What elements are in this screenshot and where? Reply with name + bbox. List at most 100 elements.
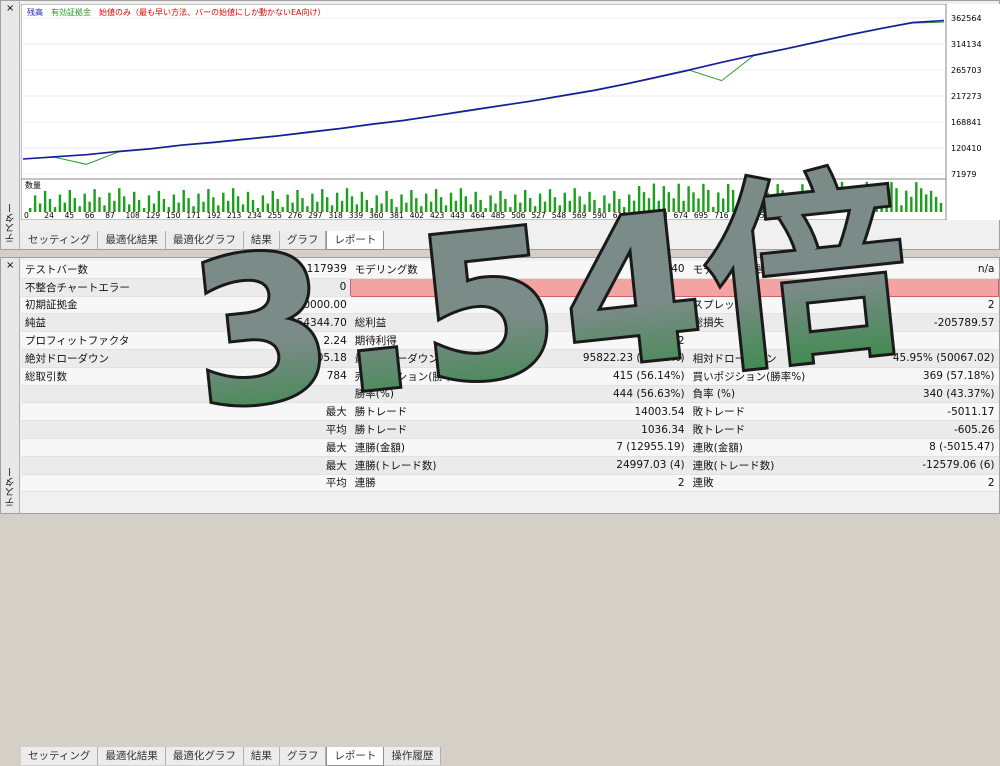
volume-bar xyxy=(920,188,923,212)
report-value: 100000.00 xyxy=(140,296,351,315)
volume-bar xyxy=(905,190,908,212)
bottom-tab-3[interactable]: 結果 xyxy=(243,747,280,765)
volume-bar xyxy=(801,184,804,212)
volume-bar xyxy=(786,196,789,212)
volume-bar xyxy=(301,198,304,212)
report-value: -5011.17 xyxy=(848,402,999,422)
volume-bar xyxy=(855,190,858,212)
legend-model: 始値のみ（最も早い方法、バーの始値にしか動かないEA向け） xyxy=(99,7,326,17)
report-value: 24997.03 (4) xyxy=(518,456,689,475)
volume-bar xyxy=(791,192,794,212)
report-row: 最大 勝トレード 14003.54 敗トレード -5011.17 xyxy=(21,402,999,422)
report-row: 絶対ドローダウン 1205.18 最大ドローダウン 95822.23 (34.20%)… xyxy=(21,349,999,368)
volume-bar xyxy=(33,195,37,212)
volume-bar xyxy=(182,190,185,212)
volume-bar xyxy=(722,198,725,212)
volume-bar xyxy=(910,196,913,212)
bottom-tab-6[interactable]: 操作履歴 xyxy=(384,747,442,765)
x-tick-label: 192 xyxy=(207,211,222,220)
report-row: 最大 連勝(トレード数) 24997.03 (4) 連敗(トレード数) -12579.0… xyxy=(21,456,999,475)
tester-chart-panel: × 残高 有効証拠金 始値のみ（最も早い方法、バーの始値にしか動かないEA向け）… xyxy=(0,0,1000,250)
volume-bar xyxy=(890,182,893,212)
volume-bar xyxy=(895,188,898,212)
volume-bar xyxy=(776,184,779,212)
report-value: 95822.23 (34.20%) xyxy=(518,349,689,368)
x-tick-label: 318 xyxy=(329,211,344,220)
x-tick-label: 276 xyxy=(288,211,303,220)
volume-bar xyxy=(939,203,943,212)
report-value: -12579.06 (6) xyxy=(848,456,999,475)
volume-bar xyxy=(58,194,62,212)
bottom-tab-2[interactable]: 最適化グラフ xyxy=(165,747,244,765)
report-label: プロフィットファクタ xyxy=(21,331,141,350)
x-tick-label: 45 xyxy=(65,211,75,220)
report-label: 敗トレード xyxy=(688,420,849,439)
report-row: 勝率(%) 444 (56.63%) 負率 (%) 340 (43.37%) xyxy=(21,385,999,404)
y-tick-label: 168841 xyxy=(951,118,982,127)
close-icon[interactable]: × xyxy=(6,3,14,14)
volume-bar xyxy=(187,198,190,212)
volume-bar xyxy=(172,194,175,212)
volume-bar xyxy=(375,195,378,212)
report-label: 不整合チャートエラー xyxy=(21,278,141,297)
report-label: モデリング品質 xyxy=(688,261,849,279)
volume-bar xyxy=(821,198,824,212)
volume-bar xyxy=(93,189,96,212)
x-tick-label: 653 xyxy=(653,211,668,220)
top-tab-1[interactable]: 最適化結果 xyxy=(98,231,166,249)
report-row: 最大 連勝(金額) 7 (12955.19) 連敗(金額) 8 (-5015.47) xyxy=(21,438,999,457)
x-tick-label: 66 xyxy=(85,211,95,220)
volume-bar xyxy=(548,189,552,212)
volume-bar xyxy=(464,196,467,212)
volume-bar xyxy=(345,188,349,212)
top-tab-5[interactable]: レポート xyxy=(326,231,385,250)
volume-bar xyxy=(286,194,289,212)
report-label: 期待利得 xyxy=(350,331,519,350)
close-icon[interactable]: × xyxy=(6,260,14,271)
volume-bar xyxy=(271,190,274,212)
report-value: 1036.34 xyxy=(518,420,689,439)
volume-bar xyxy=(642,192,646,212)
volume-bar xyxy=(934,196,938,212)
report-label: 勝率(%) xyxy=(350,385,519,404)
report-value: 2 xyxy=(848,474,999,493)
top-tab-0[interactable]: セッティング xyxy=(21,231,99,249)
volume-bar xyxy=(108,192,111,212)
report-label: 初期証拠金 xyxy=(21,296,141,315)
volume-bar xyxy=(717,192,720,212)
top-tab-2[interactable]: 最適化グラフ xyxy=(165,231,244,249)
mismatch-error-bar xyxy=(350,277,999,297)
bottom-tab-0[interactable]: セッティング xyxy=(21,747,99,765)
volume-bar xyxy=(781,190,784,212)
x-tick-label: 255 xyxy=(268,211,283,220)
volume-bar xyxy=(761,196,764,212)
x-tick-label: 360 xyxy=(369,211,384,220)
x-tick-label: 464 xyxy=(471,211,486,220)
report-row: 総取引数 784 売りポジション(勝率%) 415 (56.14%) 買いポジション(勝… xyxy=(21,367,999,386)
report-label: モデリング数 xyxy=(350,261,519,279)
x-tick-label: 590 xyxy=(592,211,607,220)
x-tick-label: 695 xyxy=(694,211,709,220)
report-value: -205789.57 xyxy=(848,313,999,333)
volume-bar xyxy=(162,199,166,212)
x-tick-label: 632 xyxy=(633,211,648,220)
bottom-tab-bar: セッティング 最適化結果 最適化グラフ 結果 グラフ レポート 操作履歴 xyxy=(21,747,442,766)
volume-bar xyxy=(578,196,581,212)
volume-bar xyxy=(449,192,453,212)
report-value: 2340 xyxy=(518,261,689,279)
volume-bar xyxy=(835,196,839,212)
y-tick-label: 362564 xyxy=(951,14,982,23)
volume-bar xyxy=(845,199,849,212)
volume-bar xyxy=(499,190,502,212)
report-label: 連勝(トレード数) xyxy=(350,456,519,475)
top-tab-3[interactable]: 結果 xyxy=(243,231,280,249)
bottom-tab-5[interactable]: レポート xyxy=(326,747,385,766)
bottom-tab-1[interactable]: 最適化結果 xyxy=(98,747,166,765)
top-tab-4[interactable]: グラフ xyxy=(279,231,327,249)
volume-bar xyxy=(53,207,57,212)
x-tick-label: 443 xyxy=(450,211,465,220)
volume-bar xyxy=(929,190,933,212)
bottom-tab-4[interactable]: グラフ xyxy=(279,747,327,765)
report-value: 45.95% (50067.02) xyxy=(848,349,999,368)
volume-bar xyxy=(553,197,557,212)
